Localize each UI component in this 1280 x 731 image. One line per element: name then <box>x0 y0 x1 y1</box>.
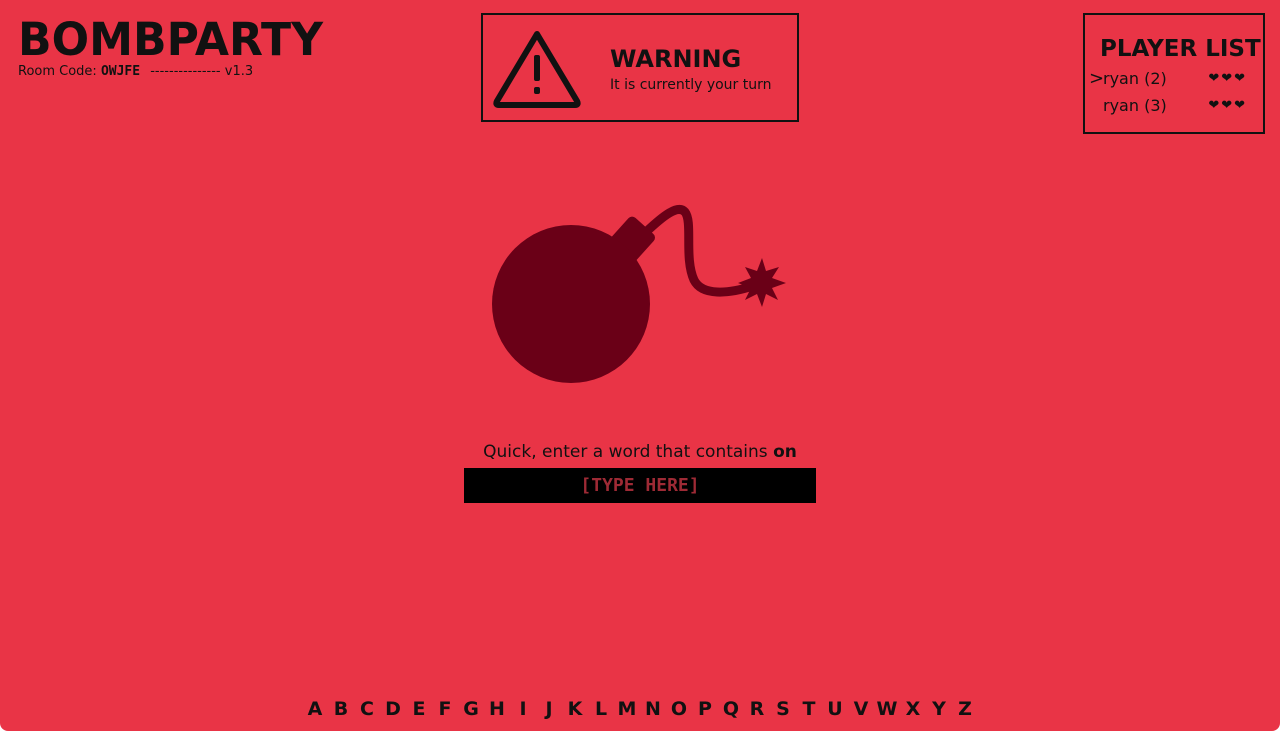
alphabet-letter: D <box>385 698 401 720</box>
alphabet-letter: T <box>802 698 816 720</box>
alphabet-letter: C <box>360 698 374 720</box>
alphabet-letter: P <box>698 698 712 720</box>
current-turn-marker: > <box>1089 68 1105 89</box>
turn-warning: WARNING It is currently your turn <box>481 13 799 122</box>
alphabet-letter: J <box>545 698 553 720</box>
player-row: ryan (3) ❤❤❤ <box>1089 95 1257 117</box>
alphabet-tracker: ABCDEFGHIJKLMNOPQRSTUVWXYZ <box>0 697 1280 721</box>
alphabet-letter: Z <box>958 698 972 720</box>
alphabet-letter: U <box>827 698 843 720</box>
alphabet-letter: V <box>853 698 869 720</box>
alphabet-letter: S <box>776 698 790 720</box>
word-input[interactable] <box>464 468 816 503</box>
alphabet-letter: F <box>438 698 452 720</box>
alphabet-letter: O <box>670 698 688 720</box>
player-list-title: PLAYER LIST <box>1100 36 1261 62</box>
game-title: BOMBPARTY <box>18 13 324 66</box>
alphabet-letter: Y <box>932 698 946 720</box>
player-row: >ryan (2) ❤❤❤ <box>1089 68 1257 90</box>
room-info: Room Code: OWJFE --------------- v1.3 <box>18 64 329 80</box>
warning-triangle-icon <box>493 31 581 108</box>
word-prompt: Quick, enter a word that contains on <box>0 441 1280 463</box>
version-label: v1.3 <box>224 64 254 79</box>
title-block: BOMBPARTY Room Code: OWJFE -------------… <box>18 14 329 80</box>
warning-title: WARNING <box>610 45 742 73</box>
alphabet-letter: K <box>567 698 583 720</box>
game-screen: BOMBPARTY Room Code: OWJFE -------------… <box>0 0 1280 731</box>
player-name: ryan (2) <box>1103 69 1167 88</box>
prompt-text: Quick, enter a word that contains <box>483 442 768 462</box>
alphabet-letter: Q <box>722 698 740 720</box>
alphabet-letter: I <box>519 698 527 720</box>
room-divider: --------------- <box>150 64 221 79</box>
room-code: OWJFE <box>100 64 141 79</box>
alphabet-letter: H <box>489 698 505 720</box>
alphabet-letter: E <box>412 698 426 720</box>
room-code-label: Room Code: <box>18 64 97 79</box>
player-name: ryan (3) <box>1103 96 1167 115</box>
alphabet-letter: A <box>307 698 323 720</box>
alphabet-letter: W <box>876 698 898 720</box>
alphabet-letter: G <box>463 698 479 720</box>
alphabet-letter: X <box>905 698 921 720</box>
warning-message: It is currently your turn <box>610 77 772 93</box>
bomb-icon <box>492 205 786 383</box>
alphabet-letter: N <box>645 698 661 720</box>
alphabet-letter: M <box>617 698 637 720</box>
alphabet-letter: L <box>594 698 608 720</box>
alphabet-letter: R <box>749 698 765 720</box>
prompt-syllable: on <box>773 442 797 462</box>
player-lives: ❤❤❤ <box>1208 71 1247 86</box>
player-list: PLAYER LIST >ryan (2) ❤❤❤ ryan (3) ❤❤❤ <box>1083 13 1265 134</box>
alphabet-letter: B <box>333 698 349 720</box>
player-lives: ❤❤❤ <box>1208 98 1247 113</box>
